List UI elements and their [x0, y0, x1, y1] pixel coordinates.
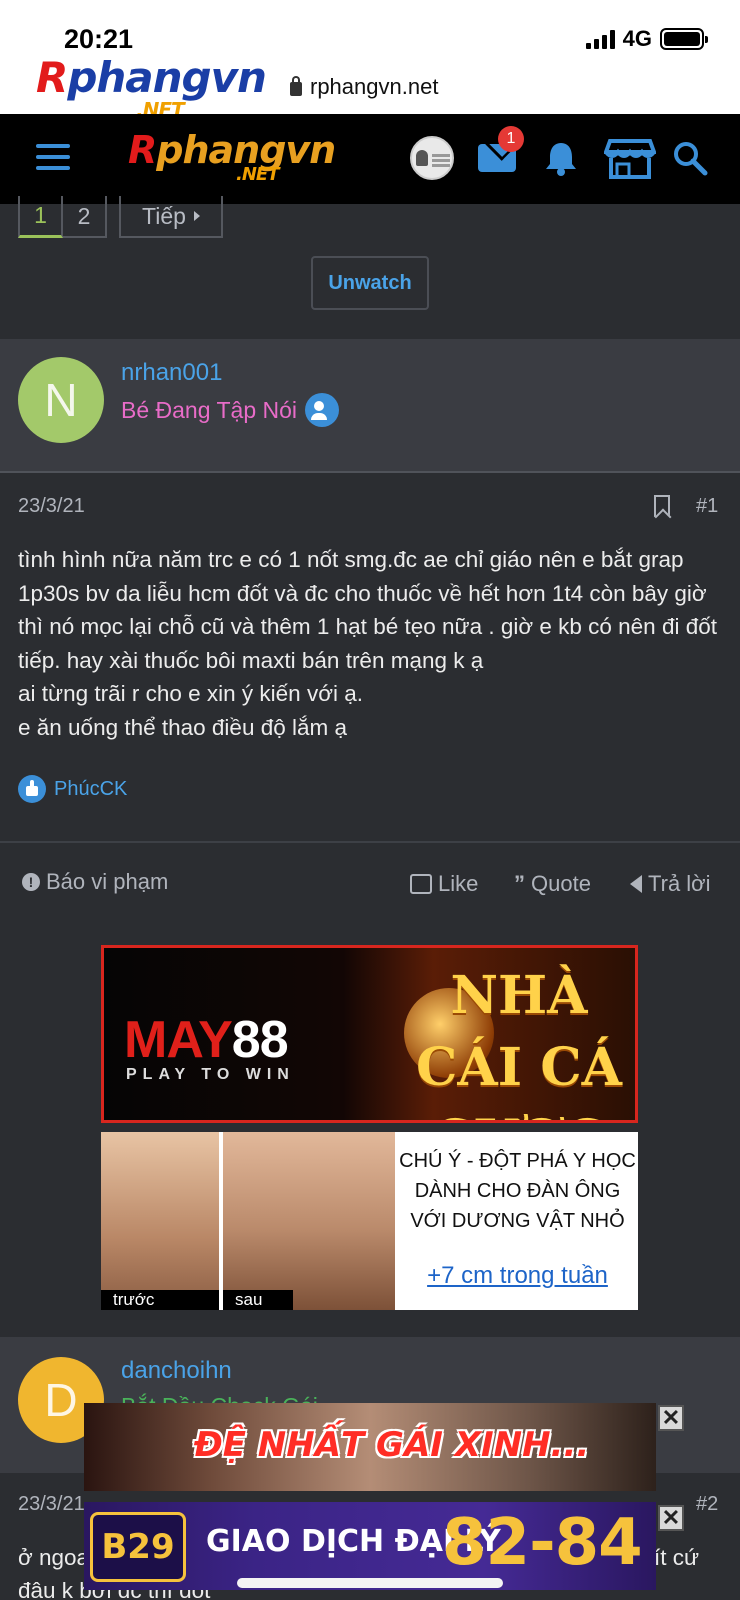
- close-ad-button[interactable]: ✕: [658, 1405, 684, 1431]
- ad-text: CHÚ Ý - ĐỘT PHÁ Y HỌC DÀNH CHO ĐÀN ÔNG V…: [399, 1150, 636, 1232]
- floating-ad-bottom[interactable]: B29 GIAO DỊCH ĐẠI LÝ 82-84: [84, 1502, 656, 1590]
- reaction-summary[interactable]: PhúcCK: [18, 775, 127, 803]
- site-logo[interactable]: Rphangvn .NET: [128, 130, 336, 184]
- reply-icon: [630, 875, 642, 893]
- battery-icon: [660, 28, 708, 50]
- post-header: N nrhan001 Bé Đang Tập Nói: [0, 339, 740, 473]
- status-time: 20:21: [64, 24, 134, 54]
- banner-ad-may88[interactable]: MAY88 PLAY TO WIN NHÀ CÁI CÁ CƯỢC: [101, 945, 638, 1123]
- like-button[interactable]: Like: [410, 871, 478, 897]
- post-line: e ăn uống thể thao điều độ lắm ạ: [18, 714, 348, 740]
- post-line: ai từng trãi r cho e xin ý kiến với ạ.: [18, 681, 363, 706]
- unwatch-button[interactable]: Unwatch: [311, 256, 429, 310]
- post-date[interactable]: 23/3/21: [18, 1493, 85, 1516]
- mail-badge: 1: [498, 126, 524, 152]
- post-actions: ! Báo vi phạm Like ” Quote Trả lời: [0, 841, 740, 927]
- ad-number: 82-84: [442, 1506, 643, 1580]
- pagination: 1 2 Tiếp: [18, 196, 223, 238]
- page-1-button[interactable]: 1: [18, 196, 63, 238]
- search-icon[interactable]: [672, 140, 708, 176]
- page-2-button[interactable]: 2: [63, 196, 107, 238]
- user-avatar[interactable]: [410, 136, 454, 180]
- bell-icon[interactable]: [544, 140, 578, 176]
- browser-url-bar: Rphangvn .NET rphangvn.net: [0, 56, 740, 120]
- user-title: Bé Đang Tập Nói: [121, 393, 340, 427]
- username[interactable]: danchoihn: [121, 1357, 232, 1385]
- home-indicator[interactable]: [237, 1578, 503, 1588]
- post-number[interactable]: #1: [696, 495, 718, 518]
- close-ad-button[interactable]: ✕: [658, 1505, 684, 1531]
- banner-ad-health[interactable]: trước sau CHÚ Ý - ĐỘT PHÁ Y HỌC DÀNH CHO…: [101, 1132, 638, 1310]
- reply-button[interactable]: Trả lời: [630, 871, 711, 897]
- like-reaction-icon: [18, 775, 46, 803]
- lock-icon: [290, 76, 302, 96]
- post-body: 23/3/21 #1 tình hình nữa năm trc e có 1 …: [0, 473, 740, 841]
- ad-image-after: [223, 1132, 395, 1310]
- ad-tagline: PLAY TO WIN: [126, 1066, 295, 1083]
- ad-logo: B29: [90, 1512, 186, 1582]
- site-navbar: Rphangvn .NET 1: [0, 114, 740, 204]
- ad-brand: MAY88: [124, 1011, 289, 1069]
- status-bar: 20:21 4G: [0, 0, 740, 60]
- username[interactable]: nrhan001: [121, 359, 222, 387]
- after-label: sau: [223, 1290, 293, 1310]
- before-label: trước: [101, 1290, 219, 1310]
- ad-image-before: [101, 1132, 219, 1310]
- avatar[interactable]: N: [18, 357, 104, 443]
- next-page-button[interactable]: Tiếp: [119, 196, 223, 238]
- quote-button[interactable]: ” Quote: [514, 871, 591, 897]
- store-icon[interactable]: [604, 138, 656, 180]
- menu-icon[interactable]: [36, 144, 70, 170]
- ad-text: ĐỆ NHẤT GÁI XINH...: [194, 1425, 590, 1465]
- url-text: rphangvn.net: [310, 74, 439, 99]
- post-content: tình hình nữa năm trc e có 1 nốt smg.đc …: [18, 543, 724, 744]
- warning-icon: !: [22, 873, 40, 891]
- url-field[interactable]: rphangvn.net: [290, 74, 438, 100]
- thumbs-up-icon: [410, 874, 432, 894]
- status-indicators: 4G: [585, 26, 708, 52]
- report-button[interactable]: ! Báo vi phạm: [22, 869, 168, 895]
- signal-icon: [585, 29, 615, 49]
- caret-right-icon: [193, 211, 200, 221]
- ad-headline: NHÀ CÁI CÁ CƯỢC: [416, 965, 622, 1120]
- floating-ad-top[interactable]: ĐỆ NHẤT GÁI XINH...: [84, 1403, 656, 1491]
- ad-zone: MAY88 PLAY TO WIN NHÀ CÁI CÁ CƯỢC trước …: [0, 927, 740, 1337]
- quote-icon: ”: [514, 871, 525, 896]
- ad-link[interactable]: +7 cm trong tuần: [397, 1262, 638, 1290]
- network-type: 4G: [622, 26, 652, 51]
- post-date[interactable]: 23/3/21: [18, 495, 85, 518]
- user-edit-icon: [305, 393, 340, 427]
- site-logo-small: Rphangvn .NET: [36, 53, 267, 122]
- post-line: tình hình nữa năm trc e có 1 nốt smg.đc …: [18, 547, 717, 673]
- post-number[interactable]: #2: [696, 1493, 718, 1516]
- liked-by-user[interactable]: PhúcCK: [54, 778, 127, 801]
- bookmark-icon[interactable]: [654, 495, 670, 517]
